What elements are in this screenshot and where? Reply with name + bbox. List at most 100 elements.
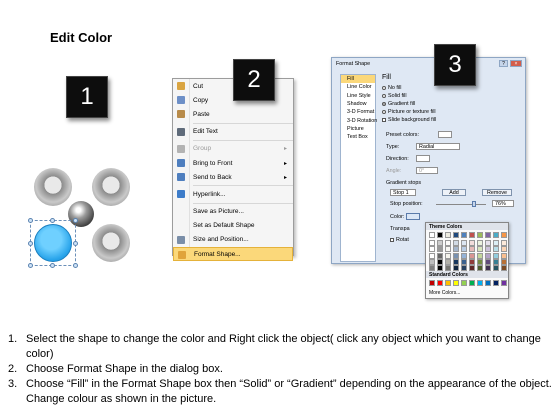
rotate-checkbox[interactable] (390, 238, 394, 242)
help-button[interactable]: ? (499, 60, 508, 67)
resize-handle[interactable] (73, 263, 78, 268)
theme-color-swatch[interactable] (485, 232, 491, 238)
standard-color-swatch[interactable] (477, 280, 483, 286)
menu-item-hyperlink[interactable]: Hyperlink... (173, 187, 293, 201)
menu-item-save-as-picture[interactable]: Save as Picture... (173, 205, 293, 219)
theme-color-swatch[interactable] (429, 232, 435, 238)
resize-handle[interactable] (50, 218, 55, 223)
theme-color-swatch[interactable] (477, 258, 483, 265)
theme-color-swatch[interactable] (477, 232, 483, 238)
radio-button[interactable] (382, 94, 386, 98)
gray-circle-top-left[interactable] (34, 168, 72, 206)
theme-color-swatch[interactable] (461, 240, 467, 247)
sidebar-item-shadow[interactable]: Shadow (341, 100, 375, 108)
theme-color-swatch[interactable] (469, 246, 475, 253)
theme-color-swatch[interactable] (461, 265, 467, 271)
theme-color-swatch[interactable] (437, 232, 443, 238)
menu-item-edit-text[interactable]: Edit Text (173, 125, 293, 139)
fill-option-picture-or-texture-fill[interactable]: Picture or texture fill (382, 109, 436, 115)
sidebar-item-3-d-rotation[interactable]: 3-D Rotation (341, 116, 377, 124)
theme-color-swatch[interactable] (437, 258, 443, 265)
theme-color-swatch[interactable] (493, 232, 499, 238)
radio-button[interactable] (382, 86, 386, 90)
theme-color-swatch[interactable] (437, 252, 443, 259)
rotate-with-shape-row[interactable]: Rotat (390, 237, 409, 243)
theme-color-swatch[interactable] (485, 252, 491, 259)
theme-color-swatch[interactable] (461, 252, 467, 259)
menu-item-size-and-position[interactable]: Size and Position... (173, 233, 293, 247)
sidebar-item-fill[interactable]: Fill (341, 75, 375, 84)
direction-dropdown[interactable] (416, 155, 430, 162)
theme-color-swatch[interactable] (501, 265, 507, 271)
theme-color-swatch[interactable] (437, 240, 443, 247)
stop-position-slider[interactable] (436, 204, 486, 205)
sidebar-item-3-d-format[interactable]: 3-D Format (341, 108, 375, 116)
theme-color-swatch[interactable] (445, 258, 451, 265)
resize-handle[interactable] (28, 218, 33, 223)
theme-color-swatch[interactable] (477, 265, 483, 271)
sidebar-item-text-box[interactable]: Text Box (341, 133, 375, 141)
slider-thumb[interactable] (472, 201, 476, 207)
theme-color-swatch[interactable] (477, 246, 483, 253)
theme-color-swatch[interactable] (485, 258, 491, 265)
gray-circle-bottom-right[interactable] (92, 224, 130, 262)
resize-handle[interactable] (28, 241, 33, 246)
radio-button[interactable] (382, 102, 386, 106)
theme-color-swatch[interactable] (453, 232, 459, 238)
theme-color-swatch[interactable] (493, 265, 499, 271)
type-select[interactable]: Radial (416, 143, 460, 150)
theme-color-swatch[interactable] (469, 240, 475, 247)
stop-position-input[interactable]: 76% (492, 200, 514, 207)
theme-color-swatch[interactable] (429, 265, 435, 271)
standard-color-swatch[interactable] (453, 280, 459, 286)
menu-item-group[interactable]: Group ▸ (173, 142, 293, 156)
menu-item-format-shape[interactable]: Format Shape... (173, 247, 293, 262)
fill-option-no-fill[interactable]: No fill (382, 85, 401, 91)
stop-select[interactable]: Stop 1 (390, 189, 416, 196)
angle-input[interactable]: 0° (416, 167, 438, 174)
theme-color-swatch[interactable] (493, 246, 499, 253)
sidebar-item-line-color[interactable]: Line Color (341, 83, 375, 91)
theme-color-swatch[interactable] (445, 240, 451, 247)
standard-color-swatch[interactable] (493, 280, 499, 286)
theme-color-swatch[interactable] (493, 258, 499, 265)
standard-color-swatch[interactable] (445, 280, 451, 286)
theme-color-swatch[interactable] (445, 265, 451, 271)
standard-color-swatch[interactable] (437, 280, 443, 286)
theme-color-swatch[interactable] (453, 252, 459, 259)
checkbox[interactable] (382, 118, 386, 122)
theme-color-swatch[interactable] (469, 265, 475, 271)
fill-option-gradient-fill[interactable]: Gradient fill (382, 101, 415, 107)
remove-stop-button[interactable]: Remove (482, 189, 512, 196)
theme-color-swatch[interactable] (453, 265, 459, 271)
theme-color-swatch[interactable] (501, 232, 507, 238)
theme-color-swatch[interactable] (469, 258, 475, 265)
shape-group[interactable] (28, 160, 142, 268)
standard-color-swatch[interactable] (461, 280, 467, 286)
close-button[interactable]: × (510, 60, 522, 67)
more-colors-link[interactable]: More Colors... (429, 290, 460, 296)
theme-color-swatch[interactable] (477, 240, 483, 247)
standard-color-swatch[interactable] (429, 280, 435, 286)
theme-color-swatch[interactable] (469, 232, 475, 238)
standard-color-swatch[interactable] (485, 280, 491, 286)
theme-color-swatch[interactable] (445, 232, 451, 238)
sidebar-item-line-style[interactable]: Line Style (341, 92, 375, 100)
sidebar-item-picture[interactable]: Picture (341, 125, 375, 133)
theme-color-swatch[interactable] (493, 252, 499, 259)
gray-circle-top-right[interactable] (92, 168, 130, 206)
add-stop-button[interactable]: Add (442, 189, 466, 196)
standard-color-swatch[interactable] (469, 280, 475, 286)
theme-color-swatch[interactable] (501, 258, 507, 265)
theme-color-swatch[interactable] (429, 246, 435, 253)
radio-button[interactable] (382, 110, 386, 114)
menu-item-bring-to-front[interactable]: Bring to Front ▸ (173, 156, 293, 170)
theme-color-swatch[interactable] (461, 232, 467, 238)
menu-item-send-to-back[interactable]: Send to Back ▸ (173, 170, 293, 184)
theme-color-swatch[interactable] (445, 246, 451, 253)
theme-color-swatch[interactable] (429, 258, 435, 265)
resize-handle[interactable] (28, 263, 33, 268)
theme-color-swatch[interactable] (453, 240, 459, 247)
theme-color-swatch[interactable] (429, 240, 435, 247)
theme-color-swatch[interactable] (461, 246, 467, 253)
